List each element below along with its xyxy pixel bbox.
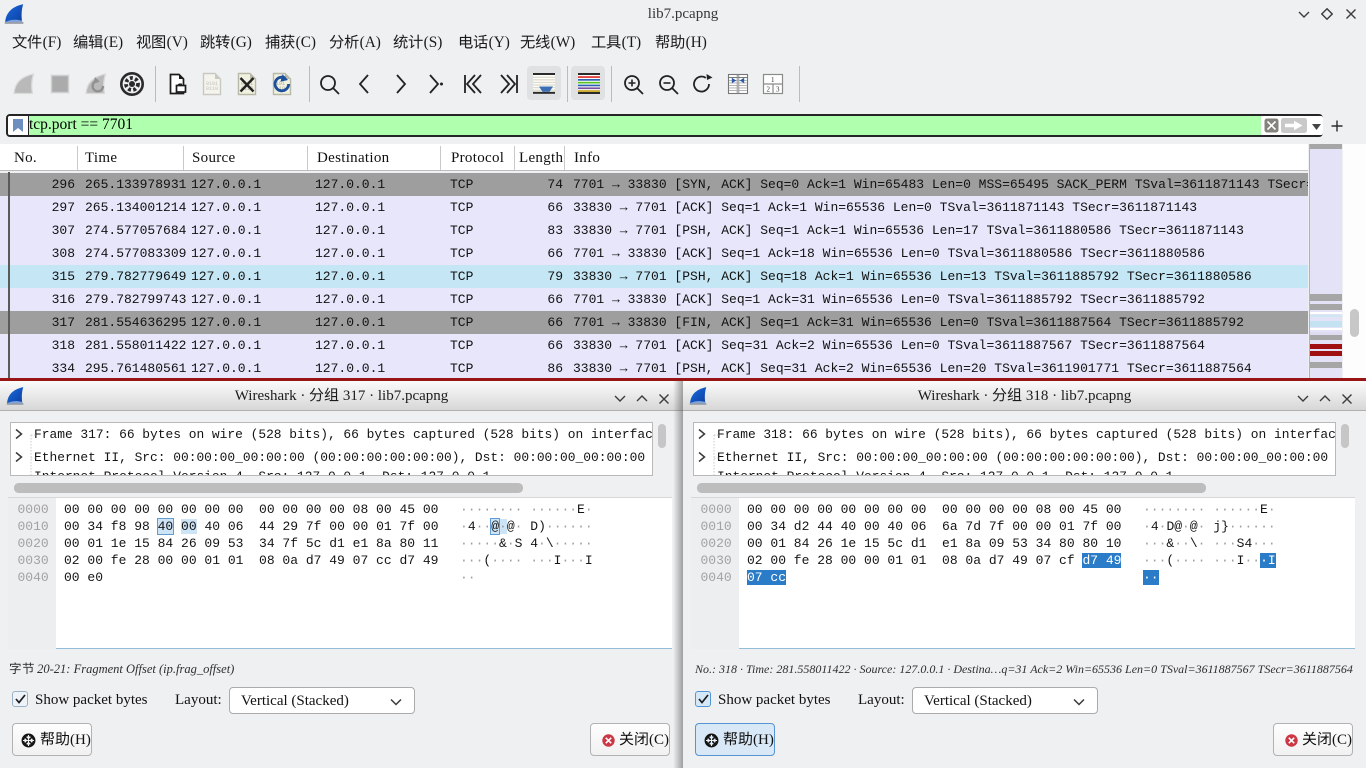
svg-text:0110: 0110 bbox=[206, 86, 218, 92]
svg-text:3: 3 bbox=[776, 86, 780, 94]
svg-text:1: 1 bbox=[771, 76, 775, 84]
svg-text:2: 2 bbox=[766, 86, 770, 94]
